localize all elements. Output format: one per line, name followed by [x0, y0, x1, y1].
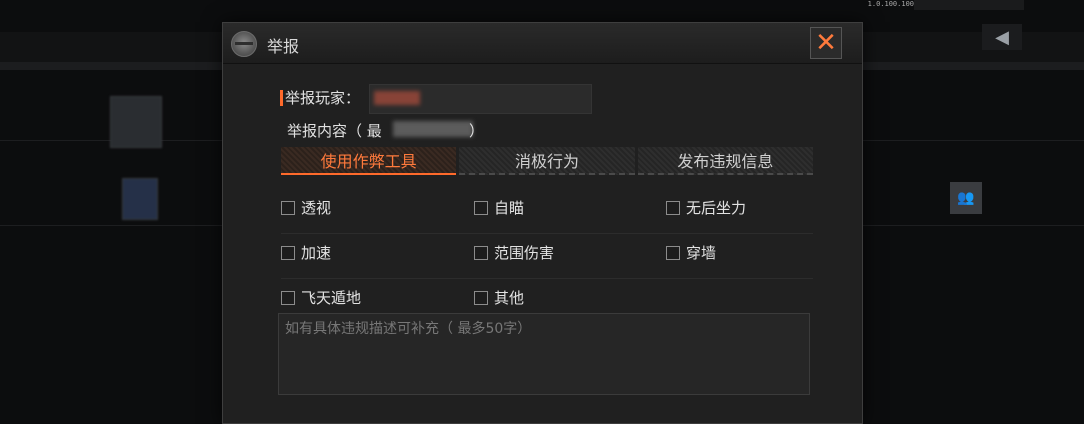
close-button[interactable]: ✕ [810, 27, 842, 59]
content-label-redacted [393, 121, 473, 137]
player-label: 举报玩家： [285, 89, 361, 107]
ip-mask [914, 0, 1024, 10]
users-icon: 👥 [957, 190, 975, 206]
report-options: 透视 自瞄 无后坐力 加速 范围伤害 穿墙 飞天遁地 其他 [281, 189, 813, 323]
option-label: 范围伤害 [494, 244, 555, 262]
checkbox[interactable] [474, 245, 488, 260]
checkbox[interactable] [666, 200, 680, 215]
option-label: 无后坐力 [686, 199, 747, 217]
description-input[interactable]: 如有具体违规描述可补充（ 最多50字） [278, 313, 810, 395]
checkbox[interactable] [474, 200, 488, 215]
background-avatar [110, 96, 162, 148]
back-arrow-icon: ◀ [995, 26, 1009, 48]
option-row: 加速 范围伤害 穿墙 [281, 234, 813, 279]
option-label: 透视 [301, 199, 332, 217]
option-label: 穿墙 [686, 244, 717, 262]
tab-illegal-info[interactable]: 发布违规信息 [637, 147, 813, 175]
checkbox[interactable] [281, 245, 295, 260]
option-wall-penetration[interactable]: 穿墙 [666, 242, 716, 263]
option-no-recoil[interactable]: 无后坐力 [666, 197, 746, 218]
option-area-damage[interactable]: 范围伤害 [474, 242, 554, 263]
dialog-header: 举报 ✕ [223, 23, 862, 64]
logo-icon [231, 31, 257, 57]
content-label: 举报内容（ 最 [287, 122, 382, 140]
player-name-field [369, 84, 592, 114]
tab-negative-behavior[interactable]: 消极行为 [459, 147, 635, 175]
back-button[interactable]: ◀ [982, 24, 1022, 50]
ip-text: 1.0.100.100 [867, 0, 914, 8]
label-accent [280, 90, 283, 106]
option-other[interactable]: 其他 [474, 287, 524, 308]
player-name-redacted [374, 91, 420, 105]
group-button[interactable]: 👥 [950, 182, 982, 214]
dialog-title: 举报 [267, 37, 300, 56]
background-avatar [122, 178, 158, 220]
option-label: 飞天遁地 [301, 289, 362, 307]
option-speed[interactable]: 加速 [281, 242, 331, 263]
checkbox[interactable] [281, 200, 295, 215]
checkbox[interactable] [474, 290, 488, 305]
report-dialog: 举报 ✕ 举报玩家： 举报内容（ 最 ） 使用作弊工具 消极行为 发布违规信息 … [222, 22, 863, 424]
option-wallhack[interactable]: 透视 [281, 197, 331, 218]
option-fly-underground[interactable]: 飞天遁地 [281, 287, 361, 308]
option-label: 其他 [494, 289, 525, 307]
report-tabs: 使用作弊工具 消极行为 发布违规信息 [281, 147, 813, 175]
option-label: 自瞄 [494, 199, 525, 217]
close-icon: ✕ [815, 28, 837, 58]
content-label-end: ） [469, 122, 485, 140]
tab-cheating-tools[interactable]: 使用作弊工具 [281, 147, 457, 175]
option-row: 透视 自瞄 无后坐力 [281, 189, 813, 234]
checkbox[interactable] [666, 245, 680, 260]
description-placeholder: 如有具体违规描述可补充（ 最多50字） [285, 321, 532, 337]
option-aimbot[interactable]: 自瞄 [474, 197, 524, 218]
option-label: 加速 [301, 244, 332, 262]
checkbox[interactable] [281, 290, 295, 305]
